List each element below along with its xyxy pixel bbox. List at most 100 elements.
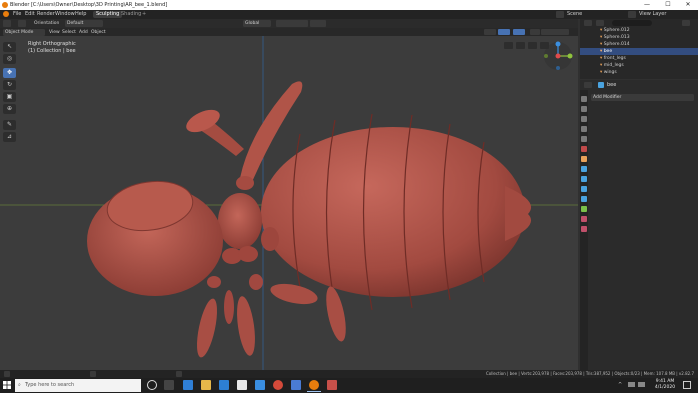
menu-render[interactable]: Render <box>37 11 55 18</box>
outliner-editor-icon[interactable] <box>584 20 592 26</box>
taskbar-search-input[interactable]: ⌕ Type here to search <box>15 379 141 392</box>
notifications-icon[interactable] <box>683 381 691 389</box>
view-name-label: Right Orthographic <box>28 41 76 47</box>
overlay-toggle-icon[interactable] <box>513 29 525 35</box>
xray-icon[interactable] <box>530 29 540 35</box>
wrench-icon <box>598 82 604 88</box>
mail-icon[interactable] <box>219 380 229 390</box>
material-tab-icon[interactable] <box>581 216 587 222</box>
proportional-edit-button[interactable] <box>310 20 326 27</box>
mouse-right-icon <box>176 371 182 377</box>
outliner-panel: ▾ Sphere.012 ▾ Sphere.013 ▾ Sphere.014 ▾… <box>580 19 698 79</box>
scene-tab-icon[interactable] <box>581 136 587 142</box>
store-icon[interactable] <box>237 380 247 390</box>
taskbar-clock[interactable]: 9:41 AM 4/1/2020 <box>653 379 677 391</box>
menu-select[interactable]: Select <box>62 29 76 36</box>
cortana-icon[interactable] <box>147 380 157 390</box>
outliner-row-label: Sphere.014 <box>603 42 630 47</box>
filter-icon[interactable] <box>682 20 690 26</box>
move-gizmo-icon[interactable] <box>18 20 26 27</box>
pan-hand-icon[interactable] <box>516 42 525 49</box>
object-tab-icon[interactable] <box>581 156 587 162</box>
menu-add[interactable]: Add <box>79 29 88 36</box>
file-explorer-icon[interactable] <box>201 380 211 390</box>
display-mode-icon[interactable] <box>596 20 604 26</box>
shading-mode-buttons[interactable] <box>541 29 569 35</box>
modifier-tab-icon[interactable] <box>581 166 587 172</box>
zoom-icon[interactable] <box>504 42 513 49</box>
properties-editor-icon[interactable] <box>584 82 592 88</box>
orientation-dropdown[interactable]: Default <box>65 20 103 27</box>
blender-taskbar-icon[interactable] <box>309 380 319 390</box>
chrome-icon[interactable] <box>273 380 283 390</box>
constraints-tab-icon[interactable] <box>581 196 587 202</box>
view-layer-selector[interactable]: View Layer <box>639 11 666 18</box>
z-axis-handle <box>555 41 561 47</box>
scale-tool-icon[interactable]: ▣ <box>3 92 16 102</box>
particles-tab-icon[interactable] <box>581 176 587 182</box>
outliner-row-front-legs[interactable]: ▾ front_legs <box>580 55 698 62</box>
rotate-tool-icon[interactable]: ↻ <box>3 80 16 90</box>
menu-help[interactable]: Help <box>75 11 86 18</box>
menu-object[interactable]: Object <box>91 29 106 36</box>
select-tool-icon[interactable]: ↖ <box>3 42 16 52</box>
gizmo-toggle-icon[interactable] <box>498 29 510 35</box>
properties-panel: bee Add Modifier <box>580 80 698 370</box>
paint-icon[interactable] <box>291 380 301 390</box>
outliner-row-bee[interactable]: ▾ bee <box>580 48 698 55</box>
maximize-button[interactable]: ☐ <box>659 1 677 9</box>
network-icon[interactable] <box>628 382 635 387</box>
mouse-middle-icon <box>90 371 96 377</box>
annotate-tool-icon[interactable]: ✎ <box>3 120 16 130</box>
camera-view-icon[interactable] <box>528 42 537 49</box>
mode-dropdown[interactable]: Object Mode <box>3 29 45 36</box>
outliner-row-label: front_legs <box>603 56 626 61</box>
outliner-search-input[interactable] <box>612 20 652 26</box>
task-view-icon[interactable] <box>164 380 174 390</box>
menu-window[interactable]: Window <box>55 11 75 18</box>
outliner-row-mid-legs[interactable]: ▾ mid_legs <box>580 62 698 69</box>
viewport-header: Orientation Default Global <box>0 19 578 28</box>
visibility-icon[interactable] <box>484 29 496 35</box>
transform-orientation-dropdown[interactable]: Global <box>243 20 271 27</box>
snap-button[interactable] <box>288 20 308 27</box>
outliner-row-wings[interactable]: ▾ wings <box>580 69 698 76</box>
editor-type-icon[interactable] <box>3 20 11 27</box>
outliner-row-sphere-012[interactable]: ▾ Sphere.012 <box>580 27 698 34</box>
volume-icon[interactable] <box>638 382 645 387</box>
data-tab-icon[interactable] <box>581 206 587 212</box>
3d-viewport[interactable] <box>0 36 578 370</box>
snip-tool-icon[interactable] <box>327 380 337 390</box>
add-modifier-dropdown[interactable]: Add Modifier <box>591 94 694 101</box>
add-workspace-button[interactable]: + <box>139 11 149 18</box>
menu-edit[interactable]: Edit <box>25 11 35 18</box>
physics-tab-icon[interactable] <box>581 186 587 192</box>
scene-selector[interactable]: Scene <box>567 11 582 18</box>
move-tool-icon[interactable]: ✥ <box>3 68 16 78</box>
menu-file[interactable]: File <box>13 11 21 18</box>
measure-tool-icon[interactable]: ⊿ <box>3 132 16 142</box>
close-button[interactable]: ✕ <box>679 1 697 9</box>
scene-icon[interactable] <box>556 11 564 18</box>
blender-logo-icon <box>2 2 8 8</box>
perspective-toggle-icon[interactable] <box>540 42 549 49</box>
minimize-button[interactable]: — <box>638 1 656 9</box>
outliner-row-sphere-013[interactable]: ▾ Sphere.013 <box>580 34 698 41</box>
cursor-tool-icon[interactable]: ◎ <box>3 54 16 64</box>
windows-start-icon[interactable] <box>3 381 11 389</box>
blender-menu-icon[interactable] <box>3 11 9 17</box>
transform-tool-icon[interactable]: ⊕ <box>3 104 16 114</box>
tool-tab-icon[interactable] <box>581 96 587 102</box>
world-tab-icon[interactable] <box>581 146 587 152</box>
photos-icon[interactable] <box>255 380 265 390</box>
texture-tab-icon[interactable] <box>581 226 587 232</box>
tray-chevron-icon[interactable]: ^ <box>618 382 622 388</box>
edge-browser-icon[interactable] <box>183 380 193 390</box>
view-layer-tab-icon[interactable] <box>581 126 587 132</box>
output-tab-icon[interactable] <box>581 116 587 122</box>
render-tab-icon[interactable] <box>581 106 587 112</box>
menu-view[interactable]: View <box>49 29 60 36</box>
outliner-row-sphere-014[interactable]: ▾ Sphere.014 <box>580 41 698 48</box>
view-layer-icon[interactable] <box>628 11 636 18</box>
search-placeholder: Type here to search <box>25 382 75 388</box>
